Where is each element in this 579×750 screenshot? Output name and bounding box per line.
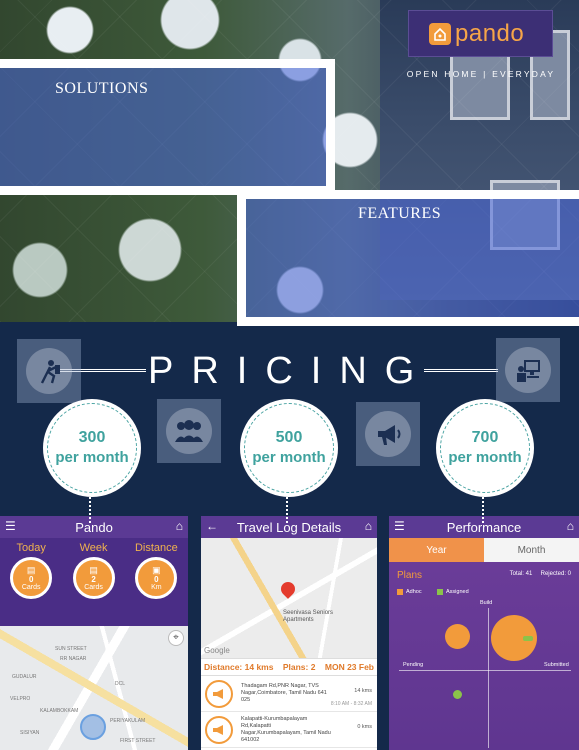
price-value: 300 xyxy=(78,429,106,446)
plans-rejected: Rejected: 0 xyxy=(540,571,571,577)
map-pin-icon[interactable] xyxy=(278,579,298,599)
bubble-assigned-small[interactable] xyxy=(523,636,533,641)
page: pando OPEN HOME | EVERYDAY SOLUTIONS FEA… xyxy=(0,0,579,750)
dashboard-stats: Today ▤ 0 Cards Week ▤ 2 Cards Distance … xyxy=(0,538,188,626)
log-distance: 0 kms xyxy=(357,724,372,730)
trip-plans: Plans: 2 xyxy=(282,662,316,672)
megaphone-icon xyxy=(205,679,233,708)
axis-label-left: Pending xyxy=(403,662,424,668)
menu-icon[interactable]: ☰ xyxy=(394,519,405,533)
axis-label-right: Submitted xyxy=(544,662,569,668)
plans-heading: Plans xyxy=(397,570,423,581)
price-bubble-500[interactable]: 500 per month xyxy=(240,399,338,523)
chart-axis-vertical xyxy=(488,608,489,748)
house-logo-icon xyxy=(429,22,451,45)
solutions-title: SOLUTIONS xyxy=(55,80,149,97)
dashboard-title: Pando xyxy=(75,519,113,535)
locate-icon[interactable]: ⌖ xyxy=(168,630,184,646)
price-unit: per month xyxy=(55,449,129,466)
legend-adhoc: Adhoc xyxy=(397,589,422,595)
log-address: Kalapatti-Kurumbapalayam Rd,Kalapatti Na… xyxy=(241,715,331,743)
price-unit: per month xyxy=(448,449,522,466)
user-location-marker[interactable] xyxy=(80,714,106,740)
trip-date: MON 23 Feb xyxy=(324,662,374,672)
megaphone-icon xyxy=(205,715,233,744)
chart-axis-horizontal xyxy=(399,670,571,671)
bubble-adhoc-small[interactable] xyxy=(445,624,470,649)
pricing-rule-right xyxy=(424,369,498,372)
brand-name: pando xyxy=(455,19,525,47)
tab-year[interactable]: Year xyxy=(389,538,484,562)
plans-total: Total: 41 xyxy=(509,571,533,577)
performance-screen: ☰ Performance ⌂ Year Month Plans Total: … xyxy=(389,516,579,750)
pricing-title: PRICING xyxy=(148,350,433,392)
log-address: Thadagam Rd,PNR Nagar, TVS Nagar,Coimbat… xyxy=(241,683,327,703)
map-address: Seenivasa Seniors Apartments xyxy=(283,610,334,623)
travel-map[interactable]: Seenivasa Seniors Apartments Google xyxy=(201,538,377,658)
group-icon xyxy=(166,408,212,454)
log-entry[interactable]: Thadagam Rd,PNR Nagar, TVS Nagar,Coimbat… xyxy=(201,676,377,712)
brand-logo[interactable]: pando xyxy=(408,10,553,57)
price-value: 500 xyxy=(275,429,303,446)
price-unit: per month xyxy=(252,449,326,466)
solutions-panel[interactable]: SOLUTIONS xyxy=(0,59,335,195)
stat-distance[interactable]: Distance ▣ 0 Km xyxy=(135,542,178,626)
home-icon[interactable]: ⌂ xyxy=(567,519,574,533)
desk-computer-icon-box xyxy=(496,338,560,402)
home-icon[interactable]: ⌂ xyxy=(176,519,183,533)
team-icon-box xyxy=(157,399,221,463)
list-icon: ▤ xyxy=(89,564,98,575)
price-value: 700 xyxy=(471,429,499,446)
period-tabs: Year Month xyxy=(389,538,579,562)
legend-assigned: Assigned xyxy=(437,589,469,595)
axis-label-top: Build xyxy=(480,600,493,606)
log-entry[interactable]: Kalapatti-Kurumbapalayam Rd,Kalapatti Na… xyxy=(201,712,377,748)
dashboard-appbar: ☰ Pando ⌂ xyxy=(0,516,188,538)
stat-today[interactable]: Today ▤ 0 Cards xyxy=(10,542,53,626)
megaphone-icon xyxy=(365,411,411,457)
price-bubble-300[interactable]: 300 per month xyxy=(43,399,141,523)
google-attribution: Google xyxy=(204,646,230,655)
brand-tagline: OPEN HOME | EVERYDAY xyxy=(406,69,556,79)
log-distance: 14 kms xyxy=(354,688,372,694)
worker-icon xyxy=(26,348,72,394)
plans-bubble-chart: Plans Total: 41 Rejected: 0 Adhoc Assign… xyxy=(389,562,579,750)
stat-week[interactable]: Week ▤ 2 Cards xyxy=(72,542,115,626)
worker-icon-box xyxy=(17,339,81,403)
computer-user-icon xyxy=(505,347,551,393)
travel-log-screen: ← Travel Log Details ⌂ Seenivasa Seniors… xyxy=(201,516,377,750)
announcement-icon-box xyxy=(356,402,420,466)
dashboard-screen: ☰ Pando ⌂ Today ▤ 0 Cards Week ▤ 2 Cards xyxy=(0,516,188,750)
trip-distance: Distance: 14 kms xyxy=(204,662,274,672)
home-icon[interactable]: ⌂ xyxy=(365,519,372,533)
features-panel[interactable]: FEATURES xyxy=(237,190,579,326)
menu-icon[interactable]: ☰ xyxy=(5,519,16,533)
price-bubble-700[interactable]: 700 per month xyxy=(436,399,534,523)
log-time: 8:10 AM - 8:32 AM xyxy=(330,701,372,707)
lock-icon: ▣ xyxy=(152,564,161,575)
features-title: FEATURES xyxy=(358,205,442,222)
card-icon: ▤ xyxy=(26,564,36,575)
bubble-assigned[interactable] xyxy=(453,690,462,699)
trip-summary: Distance: 14 kms Plans: 2 MON 23 Feb xyxy=(201,658,377,676)
dashboard-map[interactable]: SUN STREET RR NAGAR GUDALUR DCL VELPRO K… xyxy=(0,626,188,750)
tab-month[interactable]: Month xyxy=(484,538,579,562)
back-arrow-icon[interactable]: ← xyxy=(206,519,218,533)
